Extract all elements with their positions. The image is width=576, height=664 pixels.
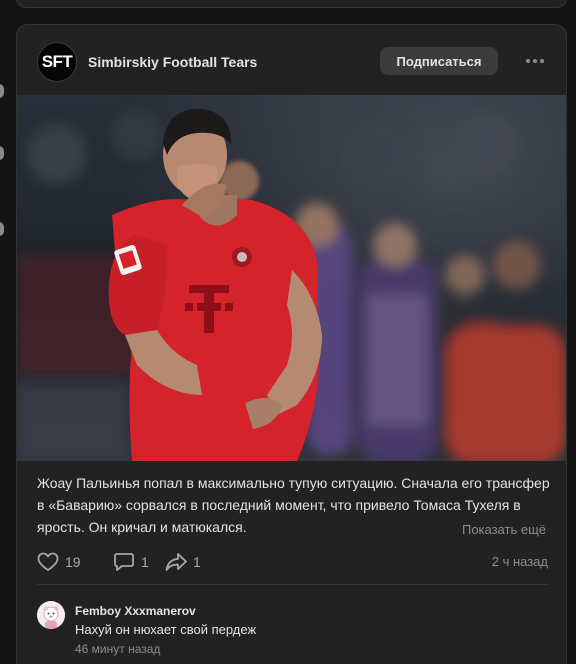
post-actions: 19 1 1 2 ч назад: [37, 551, 548, 573]
comment-author[interactable]: Femboy Xxxmanerov: [75, 604, 196, 618]
comment-bubble-icon: [114, 553, 134, 571]
comments-count: 1: [141, 554, 149, 570]
author-avatar[interactable]: SFT: [37, 42, 77, 82]
divider: [37, 584, 548, 585]
post-time[interactable]: 2 ч назад: [492, 554, 548, 569]
comments-button[interactable]: 1: [113, 551, 149, 573]
post-card: SFT Simbirskiy Football Tears Подписатьс…: [16, 24, 567, 664]
post-header: SFT Simbirskiy Football Tears Подписатьс…: [17, 25, 566, 95]
comment-text: Нахуй он нюхает свой пердеж: [75, 622, 257, 637]
more-dots-icon[interactable]: [521, 51, 549, 71]
shares-count: 1: [193, 554, 201, 570]
like-button[interactable]: 19: [37, 551, 81, 573]
subscribe-button[interactable]: Подписаться: [380, 47, 498, 75]
previous-post-card: [16, 0, 567, 8]
likes-count: 19: [65, 554, 81, 570]
scroll-marker: [0, 146, 4, 160]
scroll-marker: [0, 84, 4, 98]
commenter-avatar[interactable]: [37, 601, 65, 629]
show-more-link[interactable]: Показать ещё: [462, 522, 546, 537]
comment-time[interactable]: 46 минут назад: [75, 642, 160, 656]
share-button[interactable]: 1: [165, 551, 201, 573]
scroll-marker: [0, 222, 4, 236]
post-photo[interactable]: [17, 95, 566, 461]
author-name[interactable]: Simbirskiy Football Tears: [88, 54, 257, 70]
heart-icon: [37, 552, 59, 571]
share-arrow-icon: [165, 553, 187, 571]
